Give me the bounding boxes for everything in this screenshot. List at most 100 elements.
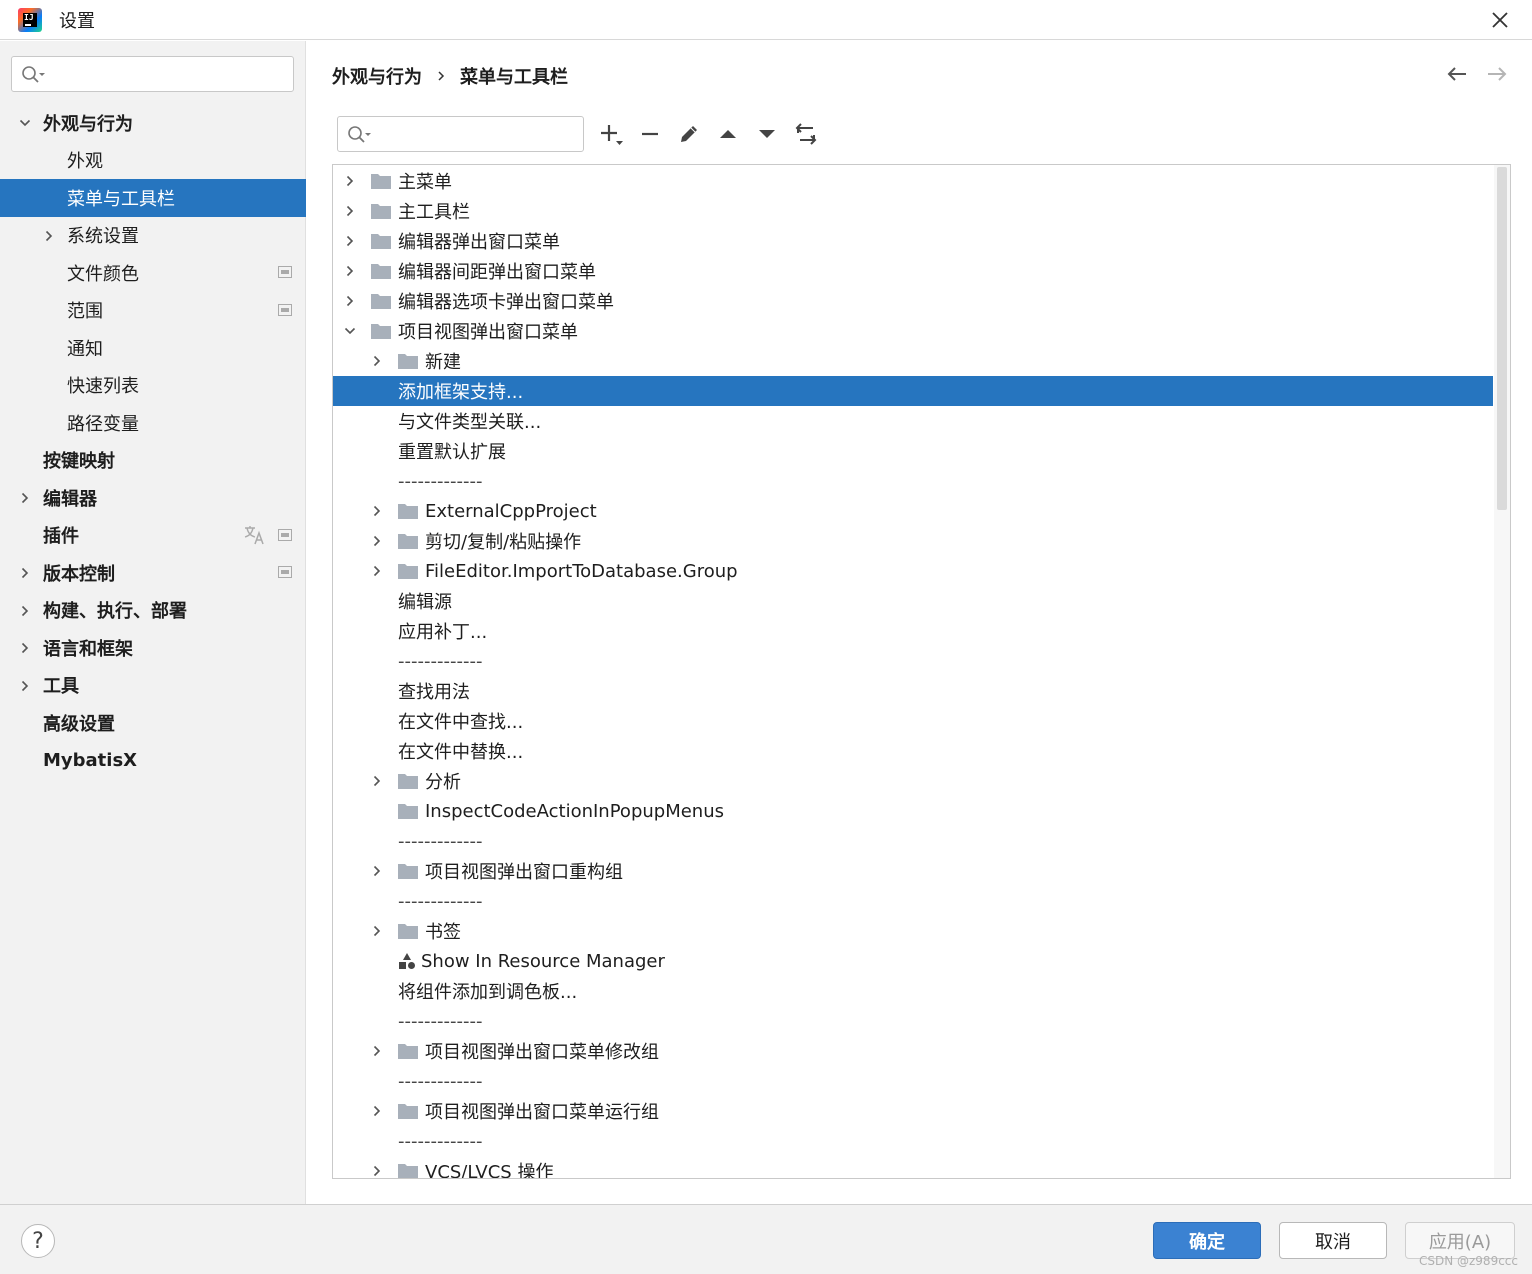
separator-row[interactable]: ------------- [333, 1126, 1493, 1156]
help-button[interactable]: ? [21, 1224, 55, 1258]
sidebar-item[interactable]: 插件 [0, 517, 306, 555]
scrollbar-thumb[interactable] [1497, 167, 1507, 510]
chevron-right-icon[interactable] [371, 775, 383, 787]
add-button[interactable] [597, 120, 625, 148]
move-down-button[interactable] [753, 120, 781, 148]
chevron-down-icon[interactable] [344, 325, 356, 337]
tree-row[interactable]: InspectCodeActionInPopupMenus [333, 796, 1493, 826]
separator-row[interactable]: ------------- [333, 1006, 1493, 1036]
sidebar-item[interactable]: MybatisX [0, 742, 306, 780]
remove-button[interactable] [636, 120, 664, 148]
sidebar-item[interactable]: 语言和框架 [0, 629, 306, 667]
chevron-right-icon[interactable] [371, 1105, 383, 1117]
tree-row[interactable]: 应用补丁... [333, 616, 1493, 646]
sidebar-item[interactable]: 范围 [0, 292, 306, 330]
tree-row[interactable]: 项目视图弹出窗口菜单 [333, 316, 1493, 346]
chevron-right-icon[interactable] [19, 492, 31, 504]
folder-icon [371, 234, 391, 249]
chevron-right-icon[interactable] [371, 1165, 383, 1177]
chevron-right-icon[interactable] [371, 925, 383, 937]
tree-row-label: 查找用法 [398, 682, 470, 703]
sidebar-item-label: 通知 [67, 338, 103, 360]
tree-row[interactable]: 添加框架支持... [333, 376, 1493, 406]
chevron-right-icon[interactable] [371, 355, 383, 367]
chevron-right-icon[interactable] [344, 265, 356, 277]
sidebar-item[interactable]: 按键映射 [0, 442, 306, 480]
tree-row[interactable]: 新建 [333, 346, 1493, 376]
sidebar-item[interactable]: 工具 [0, 667, 306, 705]
chevron-right-icon[interactable] [19, 567, 31, 579]
move-up-icon [720, 130, 736, 138]
close-icon[interactable] [1490, 10, 1510, 30]
folder-icon [398, 504, 418, 519]
tree-row[interactable]: VCS/LVCS 操作 [333, 1156, 1493, 1178]
sidebar-item[interactable]: 文件颜色 [0, 254, 306, 292]
forward-arrow-icon[interactable] [1486, 65, 1508, 83]
tree-row[interactable]: 编辑器弹出窗口菜单 [333, 226, 1493, 256]
tree-row[interactable]: 重置默认扩展 [333, 436, 1493, 466]
chevron-right-icon[interactable] [43, 230, 55, 242]
tree-row[interactable]: 在文件中查找... [333, 706, 1493, 736]
separator-row[interactable]: ------------- [333, 826, 1493, 856]
vertical-scrollbar[interactable] [1494, 165, 1510, 1178]
sidebar-search-input[interactable] [11, 56, 294, 92]
tree-row[interactable]: 在文件中替换... [333, 736, 1493, 766]
sidebar-item[interactable]: 外观与行为 [0, 104, 306, 142]
tree-row[interactable]: 查找用法 [333, 676, 1493, 706]
back-arrow-icon[interactable] [1446, 65, 1468, 83]
tree-row[interactable]: 编辑源 [333, 586, 1493, 616]
sidebar-item[interactable]: 高级设置 [0, 704, 306, 742]
chevron-right-icon[interactable] [344, 295, 356, 307]
edit-button[interactable] [675, 120, 703, 148]
sidebar-item[interactable]: 快速列表 [0, 367, 306, 405]
sidebar-item[interactable]: 系统设置 [0, 217, 306, 255]
separator-row[interactable]: ------------- [333, 1066, 1493, 1096]
separator-row[interactable]: ------------- [333, 886, 1493, 916]
tree-row[interactable]: 书签 [333, 916, 1493, 946]
restore-defaults-button[interactable] [792, 120, 820, 148]
help-icon: ? [32, 1228, 44, 1254]
sidebar-item[interactable]: 构建、执行、部署 [0, 592, 306, 630]
tree-row[interactable]: 编辑器选项卡弹出窗口菜单 [333, 286, 1493, 316]
tree-row[interactable]: 剪切/复制/粘贴操作 [333, 526, 1493, 556]
tree-row[interactable]: FileEditor.ImportToDatabase.Group [333, 556, 1493, 586]
sidebar-item[interactable]: 路径变量 [0, 404, 306, 442]
chevron-right-icon[interactable] [344, 175, 356, 187]
chevron-right-icon[interactable] [371, 865, 383, 877]
move-up-button[interactable] [714, 120, 742, 148]
separator-row[interactable]: ------------- [333, 466, 1493, 496]
tree-row[interactable]: Show In Resource Manager [333, 946, 1493, 976]
project-level-icon [278, 303, 292, 316]
chevron-right-icon[interactable] [371, 535, 383, 547]
tree-row[interactable]: 主工具栏 [333, 196, 1493, 226]
sidebar-item[interactable]: 外观 [0, 142, 306, 180]
tree-row[interactable]: 编辑器间距弹出窗口菜单 [333, 256, 1493, 286]
chevron-right-icon[interactable] [371, 505, 383, 517]
separator-row[interactable]: ------------- [333, 646, 1493, 676]
breadcrumb-item-appearance-behavior[interactable]: 外观与行为 [332, 63, 422, 89]
tree-row[interactable]: 主菜单 [333, 166, 1493, 196]
folder-icon [371, 324, 391, 339]
chevron-right-icon[interactable] [344, 235, 356, 247]
sidebar-item[interactable]: 菜单与工具栏 [0, 179, 306, 217]
tree-row[interactable]: 项目视图弹出窗口重构组 [333, 856, 1493, 886]
tree-row[interactable]: 项目视图弹出窗口菜单修改组 [333, 1036, 1493, 1066]
tree-row[interactable]: 分析 [333, 766, 1493, 796]
cancel-button[interactable]: 取消 [1279, 1222, 1387, 1259]
chevron-right-icon[interactable] [344, 205, 356, 217]
tree-row[interactable]: 项目视图弹出窗口菜单运行组 [333, 1096, 1493, 1126]
sidebar-item[interactable]: 版本控制 [0, 554, 306, 592]
chevron-right-icon[interactable] [371, 1045, 383, 1057]
sidebar-item[interactable]: 通知 [0, 329, 306, 367]
chevron-right-icon[interactable] [19, 642, 31, 654]
tree-row[interactable]: 与文件类型关联... [333, 406, 1493, 436]
chevron-right-icon[interactable] [371, 565, 383, 577]
chevron-right-icon[interactable] [19, 680, 31, 692]
ok-button[interactable]: 确定 [1153, 1222, 1261, 1259]
tree-row[interactable]: 将组件添加到调色板... [333, 976, 1493, 1006]
chevron-right-icon[interactable] [19, 605, 31, 617]
sidebar-item[interactable]: 编辑器 [0, 479, 306, 517]
chevron-down-icon[interactable] [19, 117, 31, 129]
tree-row[interactable]: ExternalCppProject [333, 496, 1493, 526]
actions-search-input[interactable] [337, 116, 584, 152]
